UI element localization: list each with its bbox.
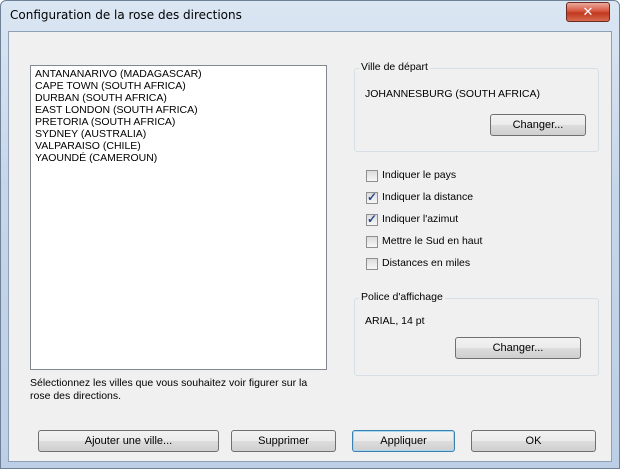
option-label: Indiquer le pays (382, 169, 457, 181)
ok-button[interactable]: OK (471, 430, 596, 452)
list-item[interactable]: DURBAN (SOUTH AFRICA) (35, 92, 326, 104)
list-item[interactable]: PRETORIA (SOUTH AFRICA) (35, 116, 326, 128)
delete-button[interactable]: Supprimer (231, 430, 336, 452)
font-group: Police d'affichage ARIAL, 14 pt Changer.… (354, 291, 599, 376)
city-list[interactable]: ANTANANARIVO (MADAGASCAR) CAPE TOWN (SOU… (30, 65, 327, 370)
font-group-label: Police d'affichage (359, 291, 445, 303)
close-icon: ✕ (582, 5, 594, 20)
change-departure-button[interactable]: Changer... (490, 114, 586, 136)
departure-group-label: Ville de départ (359, 61, 430, 73)
checkbox-show-distance[interactable] (366, 190, 378, 204)
checkbox-show-country[interactable] (366, 170, 378, 182)
option-label: Indiquer l'azimut (382, 213, 459, 225)
departure-group: Ville de départ JOHANNESBURG (SOUTH AFRI… (354, 61, 599, 152)
add-city-button[interactable]: Ajouter une ville... (38, 430, 219, 452)
checkbox-south-up[interactable] (366, 236, 378, 248)
window-title: Configuration de la rose des directions (10, 8, 242, 22)
list-item[interactable]: CAPE TOWN (SOUTH AFRICA) (35, 80, 326, 92)
list-hint-text: Sélectionnez les villes que vous souhait… (30, 377, 308, 402)
apply-button[interactable]: Appliquer (352, 430, 455, 452)
title-bar[interactable]: Configuration de la rose des directions … (1, 1, 619, 31)
close-button[interactable]: ✕ (566, 2, 610, 22)
dialog-window: Configuration de la rose des directions … (0, 0, 620, 469)
list-item[interactable]: YAOUNDÉ (CAMEROUN) (35, 152, 326, 164)
departure-city-value: JOHANNESBURG (SOUTH AFRICA) (365, 88, 541, 100)
font-value: ARIAL, 14 pt (365, 315, 425, 327)
change-font-button[interactable]: Changer... (455, 337, 581, 359)
checkbox-miles[interactable] (366, 258, 378, 270)
option-label: Indiquer la distance (382, 191, 474, 203)
list-item[interactable]: SYDNEY (AUSTRALIA) (35, 128, 326, 140)
option-label: Mettre le Sud en haut (382, 235, 483, 247)
dialog-client-area: ANTANANARIVO (MADAGASCAR) CAPE TOWN (SOU… (8, 31, 612, 462)
list-item[interactable]: EAST LONDON (SOUTH AFRICA) (35, 104, 326, 116)
list-item[interactable]: ANTANANARIVO (MADAGASCAR) (35, 68, 326, 80)
checkbox-show-azimuth[interactable] (366, 212, 378, 226)
option-label: Distances en miles (382, 257, 471, 269)
list-item[interactable]: VALPARAISO (CHILE) (35, 140, 326, 152)
